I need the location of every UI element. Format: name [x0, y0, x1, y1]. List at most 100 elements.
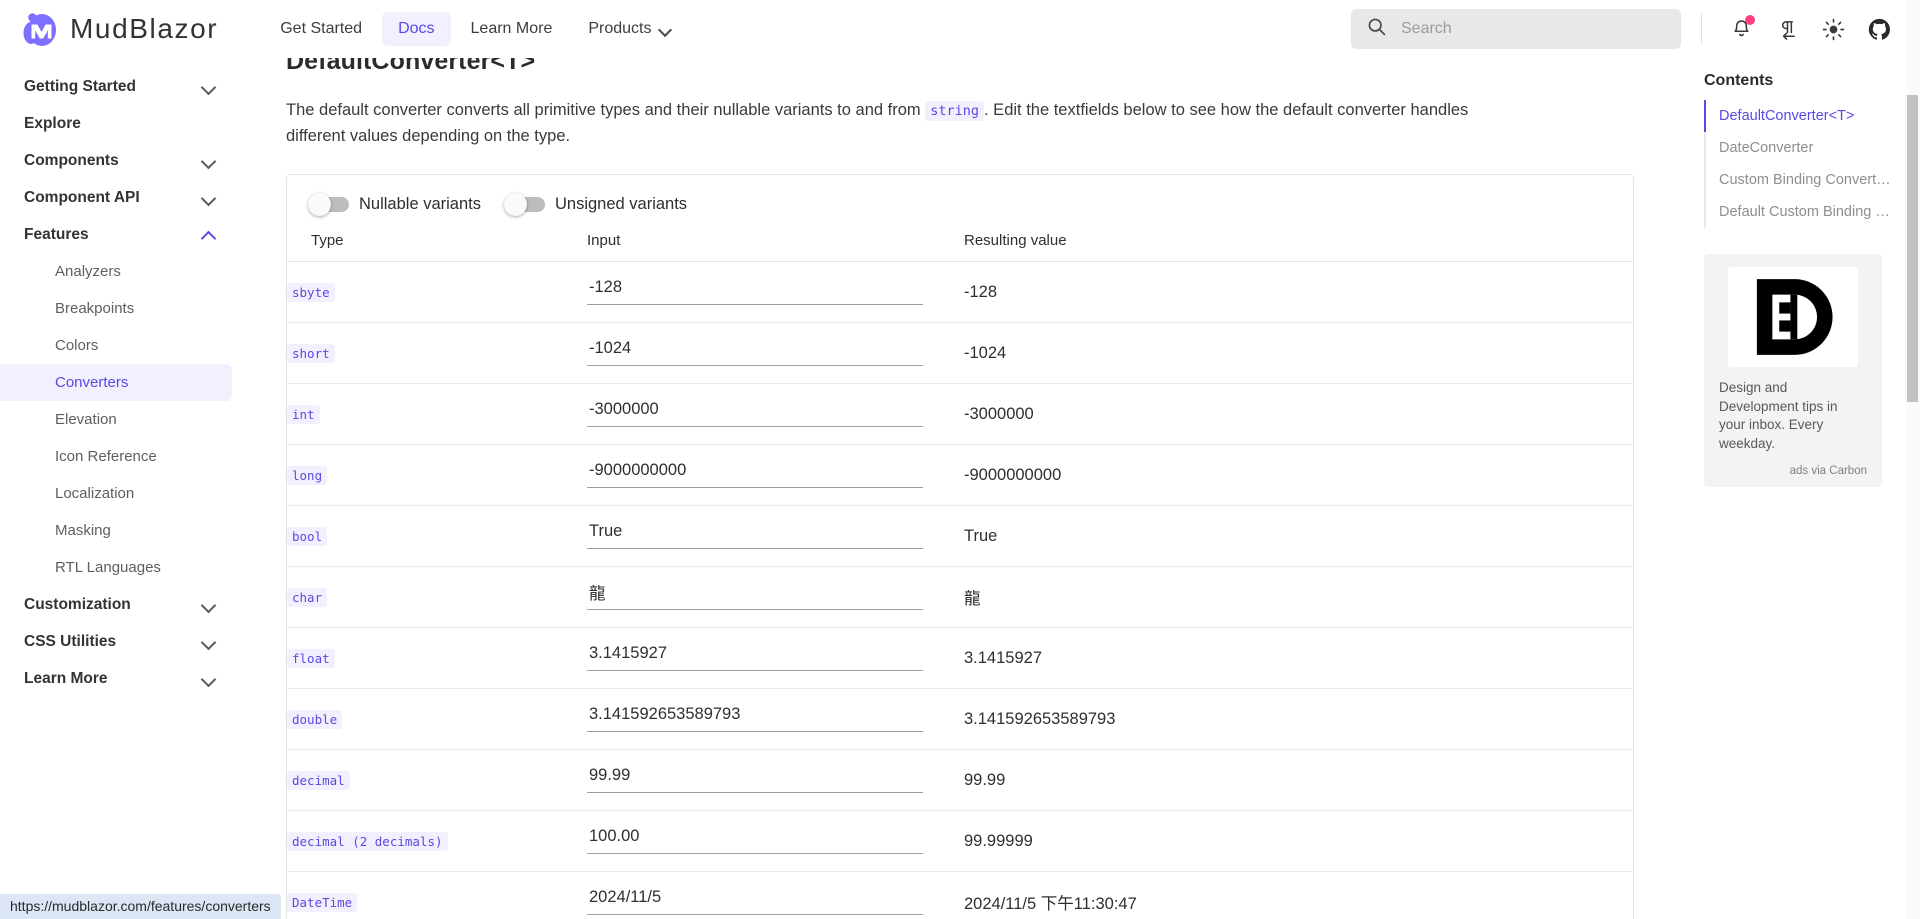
nav-item-label: Get Started [280, 20, 363, 37]
sidebar-item-features[interactable]: Features [0, 216, 240, 253]
nav-item-label: Docs [398, 20, 435, 37]
input-field[interactable] [587, 338, 923, 366]
sidebar-item-label: Localization [55, 485, 135, 502]
input-field[interactable] [587, 521, 923, 549]
chevron-down-icon [200, 189, 218, 207]
input-field[interactable] [587, 277, 923, 305]
sidebar-item-label: Breakpoints [55, 300, 135, 317]
switch-track[interactable] [503, 193, 545, 216]
result-value: 3.1415927 [964, 648, 1042, 667]
page-scrollbar[interactable] [1905, 0, 1920, 919]
sidebar-item-colors[interactable]: Colors [0, 327, 240, 364]
ad-image[interactable] [1728, 267, 1858, 367]
sidebar-item-explore[interactable]: Explore [0, 105, 240, 142]
result-value: 3.141592653589793 [964, 709, 1116, 728]
sidebar-item-label: Customization [24, 595, 131, 613]
sidebar-item-label: CSS Utilities [24, 632, 117, 650]
sidebar-item-breakpoints[interactable]: Breakpoints [0, 290, 240, 327]
sidebar-item-components[interactable]: Components [0, 142, 240, 179]
table-body: sbyte -128 short -1024 int -3000000 [287, 261, 1633, 919]
text-direction-button[interactable] [1764, 6, 1810, 52]
toc-item-date-converter[interactable]: DateConverter [1704, 132, 1896, 164]
result-value: -9000000000 [964, 465, 1062, 484]
table-row: decimal (2 decimals) 99.99999 [287, 810, 1633, 872]
nav-item-learn-more[interactable]: Learn More [455, 12, 569, 46]
input-field[interactable] [587, 765, 923, 793]
sidebar-item-customization[interactable]: Customization [0, 586, 240, 623]
result-value: 2024/11/5 下午11:30:47 [964, 895, 1137, 914]
toc-item-default-converter[interactable]: DefaultConverter<T> [1704, 100, 1896, 132]
notification-badge-dot [1745, 15, 1755, 25]
sidebar-item-label: Masking [55, 522, 111, 539]
sidebar-item-masking[interactable]: Masking [0, 512, 240, 549]
unsigned-variants-toggle[interactable]: Unsigned variants [503, 193, 687, 216]
search-box[interactable] [1351, 9, 1681, 49]
type-chip: int [287, 404, 320, 424]
converter-demo-card: Nullable variants Unsigned variants Type… [286, 174, 1634, 919]
nav-item-products[interactable]: Products [572, 12, 688, 46]
table-row: double 3.141592653589793 [287, 688, 1633, 750]
sidebar-item-rtl-languages[interactable]: RTL Languages [0, 549, 240, 586]
table-of-contents: DefaultConverter<T> DateConverter Custom… [1704, 100, 1896, 228]
result-value: -1024 [964, 343, 1007, 362]
result-value: 龍 [964, 590, 981, 608]
contents-heading: Contents [1704, 72, 1774, 89]
type-chip: double [287, 709, 343, 729]
github-link-button[interactable] [1856, 6, 1902, 52]
toc-item-custom-binding-converters[interactable]: Custom Binding Converters [1704, 164, 1896, 196]
page-scrollbar-thumb[interactable] [1907, 95, 1918, 402]
table-row: short -1024 [287, 322, 1633, 384]
type-chip: decimal [287, 770, 350, 790]
switch-thumb[interactable] [503, 193, 527, 216]
switch-thumb[interactable] [308, 193, 331, 216]
sidebar-item-label: Features [24, 225, 89, 243]
input-field[interactable] [587, 399, 923, 427]
description-part-1: The default converter converts all primi… [286, 101, 926, 119]
brand-home-link[interactable]: MudBlazor [18, 8, 218, 50]
light-mode-toggle-button[interactable] [1810, 6, 1856, 52]
table-row: int -3000000 [287, 383, 1633, 445]
notifications-button[interactable] [1718, 6, 1764, 52]
carbon-ad[interactable]: Design and Development tips in your inbo… [1704, 254, 1882, 487]
page-description: The default converter converts all primi… [286, 98, 1471, 148]
search-input[interactable] [1401, 20, 1666, 38]
sidebar-item-learn-more[interactable]: Learn More [0, 660, 240, 697]
sidebar-item-getting-started[interactable]: Getting Started [0, 68, 240, 105]
input-field[interactable] [587, 643, 923, 671]
sidebar-item-analyzers[interactable]: Analyzers [0, 253, 240, 290]
type-chip: decimal (2 decimals) [287, 831, 448, 851]
inline-code-string: string [925, 101, 985, 121]
nav-item-label: Learn More [470, 20, 553, 37]
type-chip: DateTime [287, 892, 358, 912]
table-row: sbyte -128 [287, 261, 1633, 323]
type-chip: float [287, 648, 335, 668]
ad-attribution[interactable]: ads via Carbon [1719, 465, 1867, 477]
input-field[interactable] [587, 582, 923, 610]
sidebar-item-label: Elevation [55, 411, 117, 428]
sidebar-item-css-utilities[interactable]: CSS Utilities [0, 623, 240, 660]
sidebar-item-elevation[interactable]: Elevation [0, 401, 240, 438]
sidebar-item-icon-reference[interactable]: Icon Reference [0, 438, 240, 475]
input-field[interactable] [587, 460, 923, 488]
input-field[interactable] [587, 887, 923, 915]
result-value: -128 [964, 282, 998, 301]
chevron-down-icon [200, 78, 218, 96]
input-field[interactable] [587, 826, 923, 854]
nav-item-get-started[interactable]: Get Started [264, 12, 378, 46]
nav-item-docs[interactable]: Docs [382, 12, 451, 46]
nullable-variants-toggle[interactable]: Nullable variants [308, 193, 481, 216]
toc-item-default-custom-binding[interactable]: Default Custom Binding Con... [1704, 196, 1896, 228]
sidebar-item-label: Analyzers [55, 263, 121, 280]
sidebar-item-label: Component API [24, 188, 140, 206]
table-row: char 龍 [287, 566, 1633, 628]
result-value: -3000000 [964, 404, 1034, 423]
chevron-up-icon [200, 226, 218, 244]
switch-track[interactable] [308, 193, 349, 216]
type-chip: sbyte [287, 282, 335, 302]
sidebar-item-converters[interactable]: Converters [0, 364, 232, 401]
sidebar-item-component-api[interactable]: Component API [0, 179, 240, 216]
left-sidebar: Getting Started Explore Components Compo… [0, 58, 240, 919]
input-field[interactable] [587, 704, 923, 732]
sidebar-item-label: Icon Reference [55, 448, 157, 465]
sidebar-item-localization[interactable]: Localization [0, 475, 240, 512]
